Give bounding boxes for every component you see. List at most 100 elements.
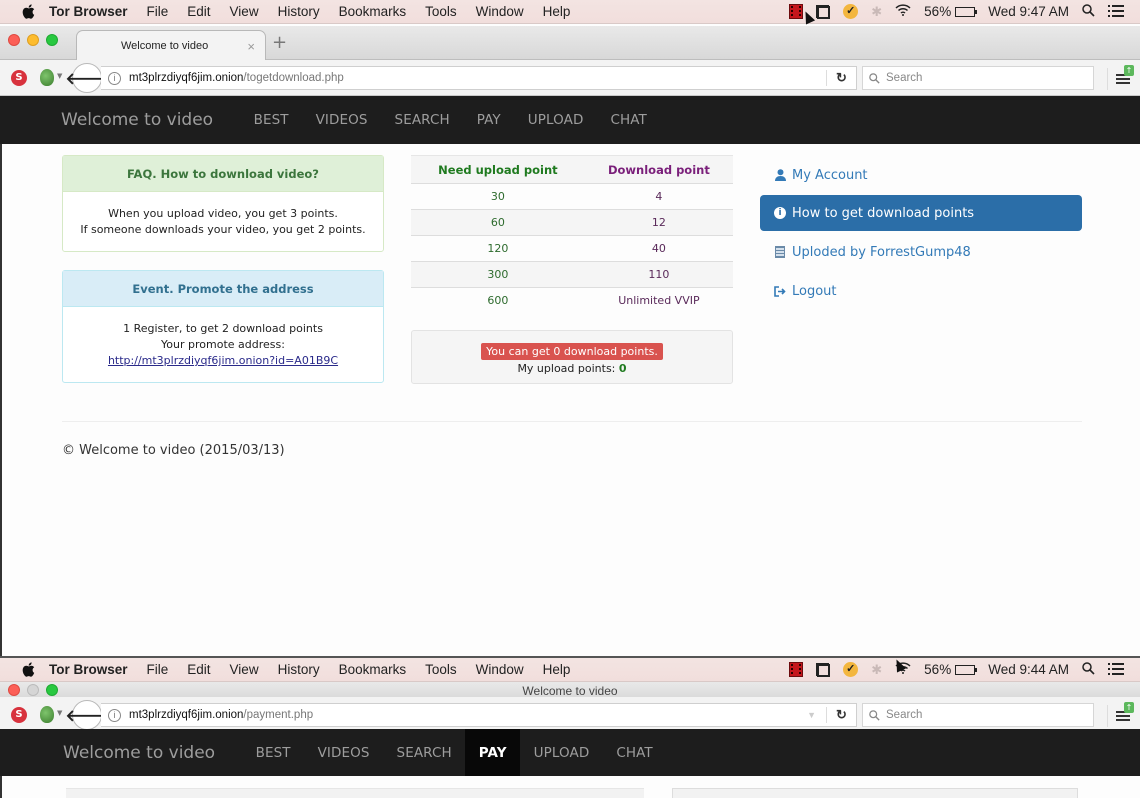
battery-indicator[interactable]: 56% (924, 662, 978, 677)
close-window-button[interactable] (8, 34, 20, 46)
notification-center-icon[interactable] (1108, 4, 1124, 20)
tor-onion-icon[interactable] (40, 706, 54, 723)
event-line-1: 1 Register, to get 2 download points (123, 322, 323, 335)
reload-icon[interactable]: ↻ (826, 70, 856, 86)
table-row: 300 110 (411, 261, 733, 288)
wifi-icon[interactable] (895, 4, 911, 19)
side-item-logout[interactable]: Logout (760, 273, 1082, 309)
list-icon (774, 246, 786, 258)
menu-tools[interactable]: Tools (425, 4, 457, 19)
menu-view[interactable]: View (230, 662, 259, 677)
film-recorder-icon[interactable] (789, 662, 804, 677)
nav-link-upload[interactable]: UPLOAD (520, 729, 603, 777)
user-icon (774, 169, 786, 181)
side-item-label: My Account (792, 167, 868, 183)
menu-bookmarks[interactable]: Bookmarks (339, 662, 407, 677)
minimize-window-button[interactable] (27, 34, 39, 46)
search-input[interactable]: Search (862, 66, 1094, 90)
nav-link-best[interactable]: BEST (242, 729, 304, 777)
window-copy-icon[interactable] (816, 4, 831, 19)
update-badge-icon: ↑ (1124, 65, 1134, 76)
nav-link-chat[interactable]: CHAT (597, 96, 660, 144)
film-recorder-icon[interactable] (789, 4, 804, 19)
menu-window[interactable]: Window (476, 4, 524, 19)
window-title: Welcome to video (522, 684, 618, 698)
window-copy-icon[interactable] (816, 662, 831, 677)
chevron-down-icon[interactable]: ▼ (57, 709, 62, 717)
zoom-window-button[interactable] (46, 34, 58, 46)
download-point-cell: 40 (584, 235, 733, 262)
close-tab-icon[interactable]: × (247, 39, 255, 54)
address-bar[interactable]: i mt3plrzdiyqf6jim.onion /payment.php ▼ … (101, 703, 857, 727)
menu-edit[interactable]: Edit (187, 662, 210, 677)
table-row: 120 40 (411, 235, 733, 262)
promote-address-link[interactable]: http://mt3plrzdiyqf6jim.onion?id=A01B9C (108, 354, 338, 367)
points-table: Need upload point Download point 30 4 60… (411, 155, 733, 314)
table-header-row: Need upload point Download point (411, 155, 733, 184)
menubar-clock[interactable]: Wed 9:44 AM (988, 662, 1069, 677)
menu-app-name[interactable]: Tor Browser (49, 4, 128, 19)
nav-link-pay[interactable]: PAY (465, 729, 521, 777)
header-need-upload-point: Need upload point (411, 155, 585, 184)
apple-logo-icon[interactable] (19, 662, 37, 677)
search-input[interactable]: Search (862, 703, 1094, 727)
menu-file[interactable]: File (147, 4, 169, 19)
apple-logo-icon[interactable] (19, 4, 37, 19)
menu-help[interactable]: Help (543, 4, 571, 19)
browser-menu-button[interactable]: ↑ (1107, 65, 1137, 90)
menu-history[interactable]: History (278, 4, 320, 19)
spotlight-search-icon[interactable] (1082, 3, 1095, 20)
menu-app-name[interactable]: Tor Browser (49, 662, 128, 677)
url-history-dropdown-icon[interactable]: ▼ (807, 710, 816, 720)
bluetooth-icon[interactable]: ✱ (871, 4, 882, 20)
checkmark-badge-icon[interactable]: ✓ (843, 4, 859, 19)
browser-menu-button[interactable]: ↑ (1107, 702, 1137, 727)
spotlight-search-icon[interactable] (1082, 661, 1095, 678)
side-item-my-account[interactable]: My Account (760, 163, 1082, 187)
noscript-icon[interactable]: S (11, 707, 27, 723)
nav-link-search[interactable]: SEARCH (381, 96, 463, 144)
side-item-uploaded-by[interactable]: Uploded by ForrestGump48 (760, 234, 1082, 270)
battery-indicator[interactable]: 56% (924, 4, 978, 19)
menu-help[interactable]: Help (543, 662, 571, 677)
site-brand[interactable]: Welcome to video (61, 110, 213, 130)
my-upload-points: My upload points: 0 (412, 362, 732, 375)
reload-icon[interactable]: ↻ (826, 707, 856, 723)
nav-link-videos[interactable]: VIDEOS (302, 96, 381, 144)
site-info-icon[interactable]: i (108, 71, 121, 85)
noscript-icon[interactable]: S (11, 70, 27, 86)
site-brand[interactable]: Welcome to video (63, 743, 215, 763)
my-upload-points-label: My upload points: (517, 362, 616, 375)
menu-bookmarks[interactable]: Bookmarks (339, 4, 407, 19)
nav-link-best[interactable]: BEST (240, 96, 302, 144)
faq-panel: FAQ. How to download video? When you upl… (62, 155, 384, 252)
menu-history[interactable]: History (278, 662, 320, 677)
address-bar[interactable]: i mt3plrzdiyqf6jim.onion /togetdownload.… (101, 66, 857, 90)
my-upload-points-value: 0 (618, 362, 627, 375)
side-item-how-to-get-points[interactable]: i How to get download points (760, 195, 1082, 231)
menu-window[interactable]: Window (476, 662, 524, 677)
site-info-icon[interactable]: i (108, 708, 121, 722)
nav-link-pay[interactable]: PAY (463, 96, 514, 144)
back-button[interactable]: 🡐 (66, 700, 108, 730)
nav-link-chat[interactable]: CHAT (603, 729, 666, 777)
nav-link-search[interactable]: SEARCH (383, 729, 465, 777)
chevron-down-icon[interactable]: ▼ (57, 72, 62, 80)
search-icon (869, 72, 880, 84)
menu-view[interactable]: View (230, 4, 259, 19)
back-button[interactable]: 🡐 (66, 63, 108, 93)
checkmark-badge-icon[interactable]: ✓ (843, 662, 859, 677)
notification-center-icon[interactable] (1108, 662, 1124, 678)
bluetooth-icon[interactable]: ✱ (871, 662, 882, 678)
menubar-clock[interactable]: Wed 9:47 AM (988, 4, 1069, 19)
browser-tab[interactable]: Welcome to video × (76, 30, 266, 61)
menu-file[interactable]: File (147, 662, 169, 677)
tor-onion-icon[interactable] (40, 69, 54, 86)
account-side-nav: My Account i How to get download points … (760, 163, 1082, 312)
nav-link-videos[interactable]: VIDEOS (304, 729, 383, 777)
nav-link-upload[interactable]: UPLOAD (514, 96, 597, 144)
search-placeholder: Search (886, 72, 923, 84)
menu-edit[interactable]: Edit (187, 4, 210, 19)
menu-tools[interactable]: Tools (425, 662, 457, 677)
new-tab-button[interactable]: + (272, 32, 287, 53)
